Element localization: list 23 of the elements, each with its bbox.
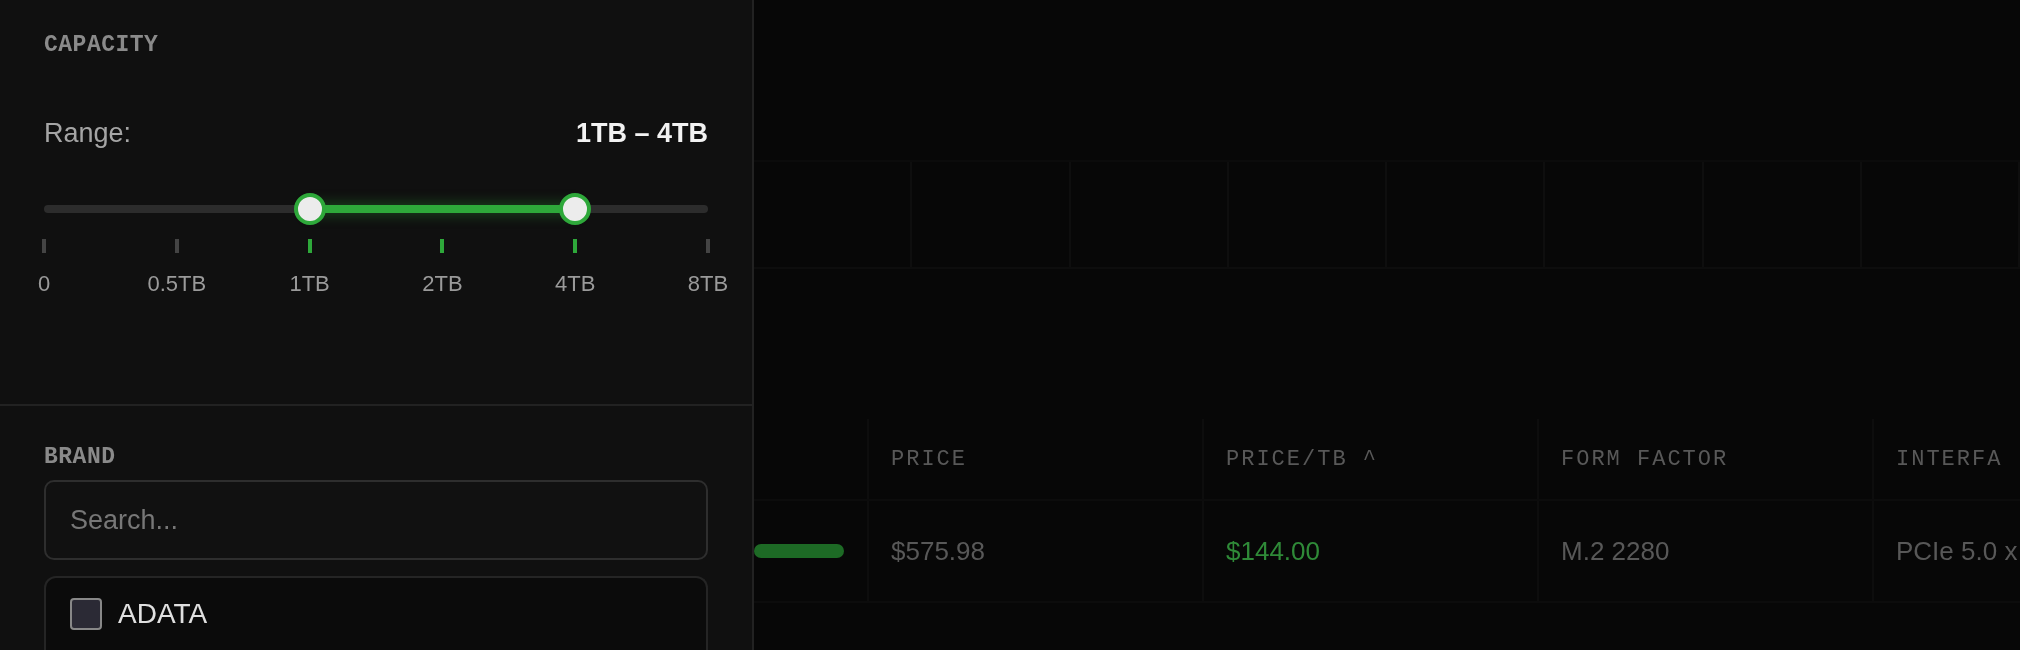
slider-thumb[interactable] — [293, 193, 326, 225]
column-header[interactable]: INTERFA — [1874, 419, 2020, 499]
tick-label: 8TB — [687, 271, 729, 297]
table-cell: $144.00 — [1204, 501, 1539, 601]
tick-label: 2TB — [422, 271, 463, 297]
range-value: 1TB – 4TB — [575, 118, 708, 149]
slider-thumb[interactable] — [559, 193, 592, 225]
column-header[interactable]: PRICE/TB ^ — [1204, 419, 1539, 499]
tick-label: 0.5TB — [147, 271, 207, 297]
column-header[interactable]: FORM FACTOR — [1539, 419, 1874, 499]
range-label: Range: — [44, 118, 132, 149]
column-header[interactable]: PRICE — [869, 419, 1204, 499]
checkbox[interactable] — [70, 598, 102, 630]
section-title: BRAND — [44, 444, 117, 470]
table-cell: M.2 2280 — [1539, 501, 1874, 601]
tick-label: 4TB — [555, 271, 596, 297]
table-cell: PCIe 5.0 x — [1874, 501, 2020, 601]
section-title: CAPACITY — [44, 32, 160, 58]
brand-name[interactable]: ADATA — [118, 598, 208, 630]
search-field[interactable]: Search... — [44, 480, 708, 560]
table-cell: $575.98 — [869, 501, 1204, 601]
tick-label: 1TB — [289, 271, 330, 297]
tick-label: 0 — [37, 271, 51, 297]
